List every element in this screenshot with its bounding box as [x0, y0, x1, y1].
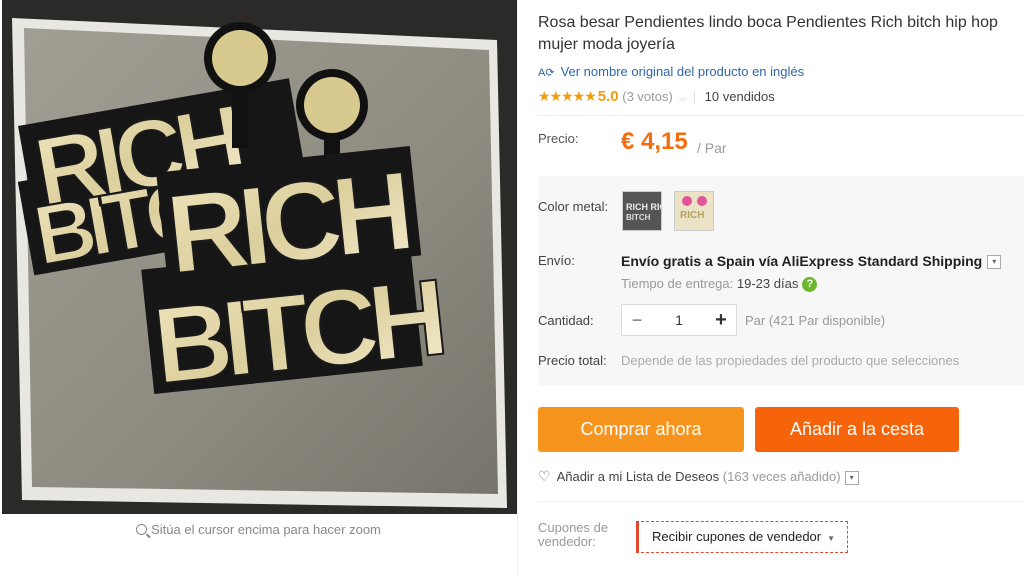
translate-icon: A⟳ — [538, 67, 555, 79]
product-title: Rosa besar Pendientes lindo boca Pendien… — [538, 12, 1024, 56]
product-photo[interactable]: RICH BITCH RICH BITCH — [2, 0, 517, 514]
original-name-link[interactable]: A⟳ Ver nombre original del producto en in… — [538, 64, 804, 79]
delivery-time: Tiempo de entrega: 19-23 días? — [621, 276, 818, 293]
wishlist-text: Añadir a mi Lista de Deseos — [556, 469, 720, 484]
product-title-line-1: Rosa besar Pendientes lindo boca Pendien… — [538, 14, 998, 31]
magnifier-icon — [136, 524, 148, 535]
divider — [538, 501, 1024, 502]
delivery-days: 19-23 días — [736, 276, 799, 291]
quantity-input[interactable]: 1 — [652, 305, 706, 335]
wishlist-link[interactable]: ♡ Añadir a mi Lista de Deseos (163 veces … — [538, 468, 859, 485]
original-name-link-text: Ver nombre original del producto en ingl… — [560, 64, 805, 79]
price-value: € 4,15 — [621, 128, 688, 155]
product-info-panel: Rosa besar Pendientes lindo boca Pendien… — [538, 0, 1024, 576]
add-to-cart-button[interactable]: Añadir a la cesta — [755, 407, 959, 452]
buy-now-button[interactable]: Comprar ahora — [538, 407, 744, 452]
delivery-label: Tiempo de entrega: — [621, 276, 734, 291]
earrings-image: RICH BITCH RICH BITCH — [2, 0, 517, 514]
swatch-black[interactable]: RICH RICH BITCH — [622, 191, 662, 231]
total-price-note: Depende de las propiedades del producto … — [621, 353, 960, 368]
sold-count: 10 vendidos — [704, 89, 775, 104]
quantity-stepper: − 1 + — [621, 304, 737, 336]
quantity-decrease-button[interactable]: − — [622, 305, 652, 335]
divider — [538, 115, 1024, 116]
shipping-label: Envío: — [538, 253, 575, 268]
get-coupons-text: Recibir cupones de vendedor — [652, 529, 822, 544]
price-label: Precio: — [538, 131, 579, 146]
svg-text:RICH RICH: RICH RICH — [626, 202, 661, 212]
zoom-hint: Sitúa el cursor encima para hacer zoom — [0, 522, 517, 537]
caret-down-icon: ▼ — [827, 534, 836, 543]
chevron-down-icon[interactable]: ▾ — [987, 255, 1002, 270]
color-label: Color metal: — [538, 199, 609, 214]
help-icon[interactable]: ? — [802, 277, 818, 293]
chevron-down-icon[interactable]: ⌵ — [679, 93, 686, 103]
svg-text:RICH: RICH — [680, 210, 704, 221]
quantity-increase-button[interactable]: + — [706, 305, 736, 335]
rating-separator — [693, 91, 695, 104]
rating-score: 5.0 — [597, 88, 619, 105]
coupons-label: Cupones de vendedor: — [538, 520, 609, 549]
price-unit: / Par — [697, 140, 727, 156]
star-rating-icon: ★★★★★ — [538, 88, 597, 104]
heart-plus-icon: ♡ — [538, 468, 551, 484]
wishlist-count: (163 veces añadido) — [722, 469, 841, 484]
swatch-gold[interactable]: RICH — [674, 191, 714, 231]
chevron-down-icon[interactable]: ▾ — [844, 470, 859, 485]
get-coupons-button[interactable]: Recibir cupones de vendedor ▼ — [636, 521, 849, 553]
product-title-line-2: mujer moda joyería — [538, 36, 675, 53]
rating-row: ★★★★★ 5.0 (3 votos) ⌵ 10 vendidos — [538, 88, 775, 105]
divider — [517, 0, 518, 576]
votes-count[interactable]: (3 votos) — [622, 89, 673, 104]
product-image-panel: RICH BITCH RICH BITCH Sitúa el cursor en… — [0, 0, 517, 576]
shipping-text: Envío gratis a Spain vía AliExpress Stan… — [621, 253, 983, 269]
shipping-info: Envío gratis a Spain vía AliExpress Stan… — [621, 253, 1002, 270]
total-price-label: Precio total: — [538, 353, 607, 368]
svg-text:BITCH: BITCH — [626, 213, 651, 222]
quantity-label: Cantidad: — [538, 313, 594, 328]
zoom-hint-text: Sitúa el cursor encima para hacer zoom — [151, 522, 381, 537]
available-stock: Par (421 Par disponible) — [745, 313, 886, 328]
